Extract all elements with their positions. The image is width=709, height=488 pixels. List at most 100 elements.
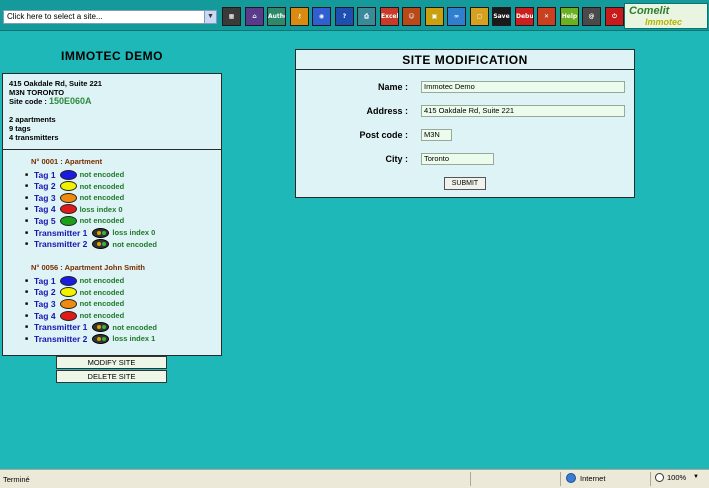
status-divider: [650, 472, 651, 486]
tag-row[interactable]: ■ Tag 3 not encoded: [25, 192, 124, 203]
bullet-icon: ■: [25, 194, 29, 201]
transmitter-row[interactable]: ■ Transmitter 2 not encoded: [25, 239, 157, 250]
link-icon[interactable]: ∞: [447, 7, 466, 26]
bullet-icon: ■: [25, 229, 29, 236]
apartment-count: 2 apartments: [9, 115, 56, 124]
status-divider: [470, 472, 471, 486]
tag-icon: [59, 275, 77, 286]
autho-icon[interactable]: Autho: [267, 7, 286, 26]
bullet-icon: ■: [25, 324, 29, 331]
city-label: City :: [385, 154, 409, 164]
site-address: 415 Oakdale Rd, Suite 221: [9, 79, 102, 88]
encoding-status: not encoded: [79, 193, 125, 203]
tag-label[interactable]: Tag 5: [34, 216, 56, 226]
tag-icon: [59, 298, 77, 309]
building-icon[interactable]: ▦: [222, 7, 241, 26]
encoding-status: not encoded: [112, 322, 157, 332]
tag-label[interactable]: Tag 2: [34, 287, 56, 297]
logo-line1: Comelit: [629, 5, 670, 17]
help-icon[interactable]: Help: [560, 7, 579, 26]
address-label: Address :: [366, 106, 408, 116]
delete-site-button[interactable]: DELETE SITE: [56, 370, 167, 383]
tag-icon: [59, 204, 77, 215]
address-field[interactable]: 415 Oakdale Rd, Suite 221: [421, 105, 625, 117]
status-divider: [560, 472, 561, 486]
cd-icon[interactable]: ◉: [312, 7, 331, 26]
remote-control-icon: [92, 333, 110, 344]
apartment-heading: N° 0001 : Apartment: [31, 157, 103, 166]
save-icon[interactable]: Save: [492, 7, 511, 26]
site-select[interactable]: Click here to select a site... ▼: [3, 10, 217, 24]
tag-label[interactable]: Tag 4: [34, 204, 56, 214]
transmitter-count: 4 transmitters: [9, 133, 59, 142]
encoding-status: not encoded: [79, 170, 125, 179]
power-icon[interactable]: ⏻: [605, 7, 624, 26]
transmitter-row[interactable]: ■ Transmitter 2 loss index 1: [25, 333, 155, 344]
name-label: Name :: [377, 82, 408, 92]
tag-row[interactable]: ■ Tag 2 not encoded: [25, 181, 124, 192]
tag-icon: [59, 287, 77, 298]
tag-row[interactable]: ■ Tag 1 not encoded: [25, 275, 124, 286]
bullet-icon: ■: [25, 183, 29, 190]
encoding-status: not encoded: [79, 299, 125, 309]
zone-label: Internet: [580, 473, 606, 483]
tag-row[interactable]: ■ Tag 4 loss index 0: [25, 204, 123, 215]
globe-icon: [566, 473, 576, 483]
form-title: SITE MODIFICATION: [296, 50, 634, 70]
print-icon[interactable]: ⎙: [357, 7, 376, 26]
home-icon[interactable]: ⌂: [245, 7, 264, 26]
bullet-icon: ■: [25, 277, 29, 284]
transmitter-row[interactable]: ■ Transmitter 1 loss index 0: [25, 227, 155, 238]
key-icon[interactable]: ⚷: [290, 7, 309, 26]
transmitter-row[interactable]: ■ Transmitter 1 not encoded: [25, 322, 157, 333]
frame-icon[interactable]: ▢: [470, 7, 489, 26]
tag-row[interactable]: ■ Tag 4 not encoded: [25, 310, 124, 321]
name-field[interactable]: Immotec Demo: [421, 81, 625, 93]
comelit-logo: Comelit Immotec: [624, 3, 708, 29]
tag-label[interactable]: Tag 4: [34, 311, 56, 321]
tag-icon: [59, 169, 77, 180]
bullet-icon: ■: [25, 335, 29, 342]
encoding-status: not encoded: [79, 287, 125, 297]
tag-row[interactable]: ■ Tag 2 not encoded: [25, 287, 124, 298]
device-icon[interactable]: ▣: [425, 7, 444, 26]
tag-row[interactable]: ■ Tag 1 not encoded: [25, 169, 124, 180]
bullet-icon: ■: [25, 217, 29, 224]
modify-site-button[interactable]: MODIFY SITE: [56, 356, 167, 369]
excel-icon[interactable]: Excel: [380, 7, 399, 26]
submit-button[interactable]: SUBMIT: [444, 177, 486, 190]
status-text: Terminé: [3, 475, 30, 484]
encoding-status: not encoded: [79, 276, 125, 286]
zoom-control[interactable]: 100%: [655, 473, 686, 482]
chevron-down-icon[interactable]: ▼: [204, 11, 216, 23]
bullet-icon: ■: [25, 300, 29, 307]
transmitter-label[interactable]: Transmitter 1: [34, 322, 87, 332]
transmitter-label[interactable]: Transmitter 2: [34, 239, 87, 249]
bullet-icon: ■: [25, 312, 29, 319]
tag-row[interactable]: ■ Tag 3 not encoded: [25, 298, 124, 309]
security-zone: Internet: [566, 473, 605, 483]
tools-icon[interactable]: ✕: [537, 7, 556, 26]
transmitter-label[interactable]: Transmitter 2: [34, 334, 87, 344]
tag-label[interactable]: Tag 2: [34, 181, 56, 191]
tag-row[interactable]: ■ Tag 5 not encoded: [25, 215, 124, 226]
tag-icon: [59, 192, 77, 203]
bullet-icon: ■: [25, 171, 29, 178]
bullet-icon: ■: [25, 241, 29, 248]
email-icon[interactable]: @: [582, 7, 601, 26]
help-question-icon[interactable]: ?: [335, 7, 354, 26]
tag-label[interactable]: Tag 3: [34, 299, 56, 309]
zoom-chevron-icon[interactable]: ▼: [693, 474, 699, 480]
city-field[interactable]: Toronto: [421, 153, 494, 165]
debug-icon[interactable]: Debug: [515, 7, 534, 26]
tag-icon: [59, 310, 77, 321]
transmitter-label[interactable]: Transmitter 1: [34, 228, 87, 238]
postcode-field[interactable]: M3N: [421, 129, 452, 141]
tag-label[interactable]: Tag 3: [34, 193, 56, 203]
users-icon[interactable]: ☺: [402, 7, 421, 26]
tag-label[interactable]: Tag 1: [34, 170, 56, 180]
tag-icon: [59, 215, 77, 226]
tag-label[interactable]: Tag 1: [34, 276, 56, 286]
encoding-status: not encoded: [112, 239, 157, 249]
encoding-status: not encoded: [79, 311, 125, 320]
